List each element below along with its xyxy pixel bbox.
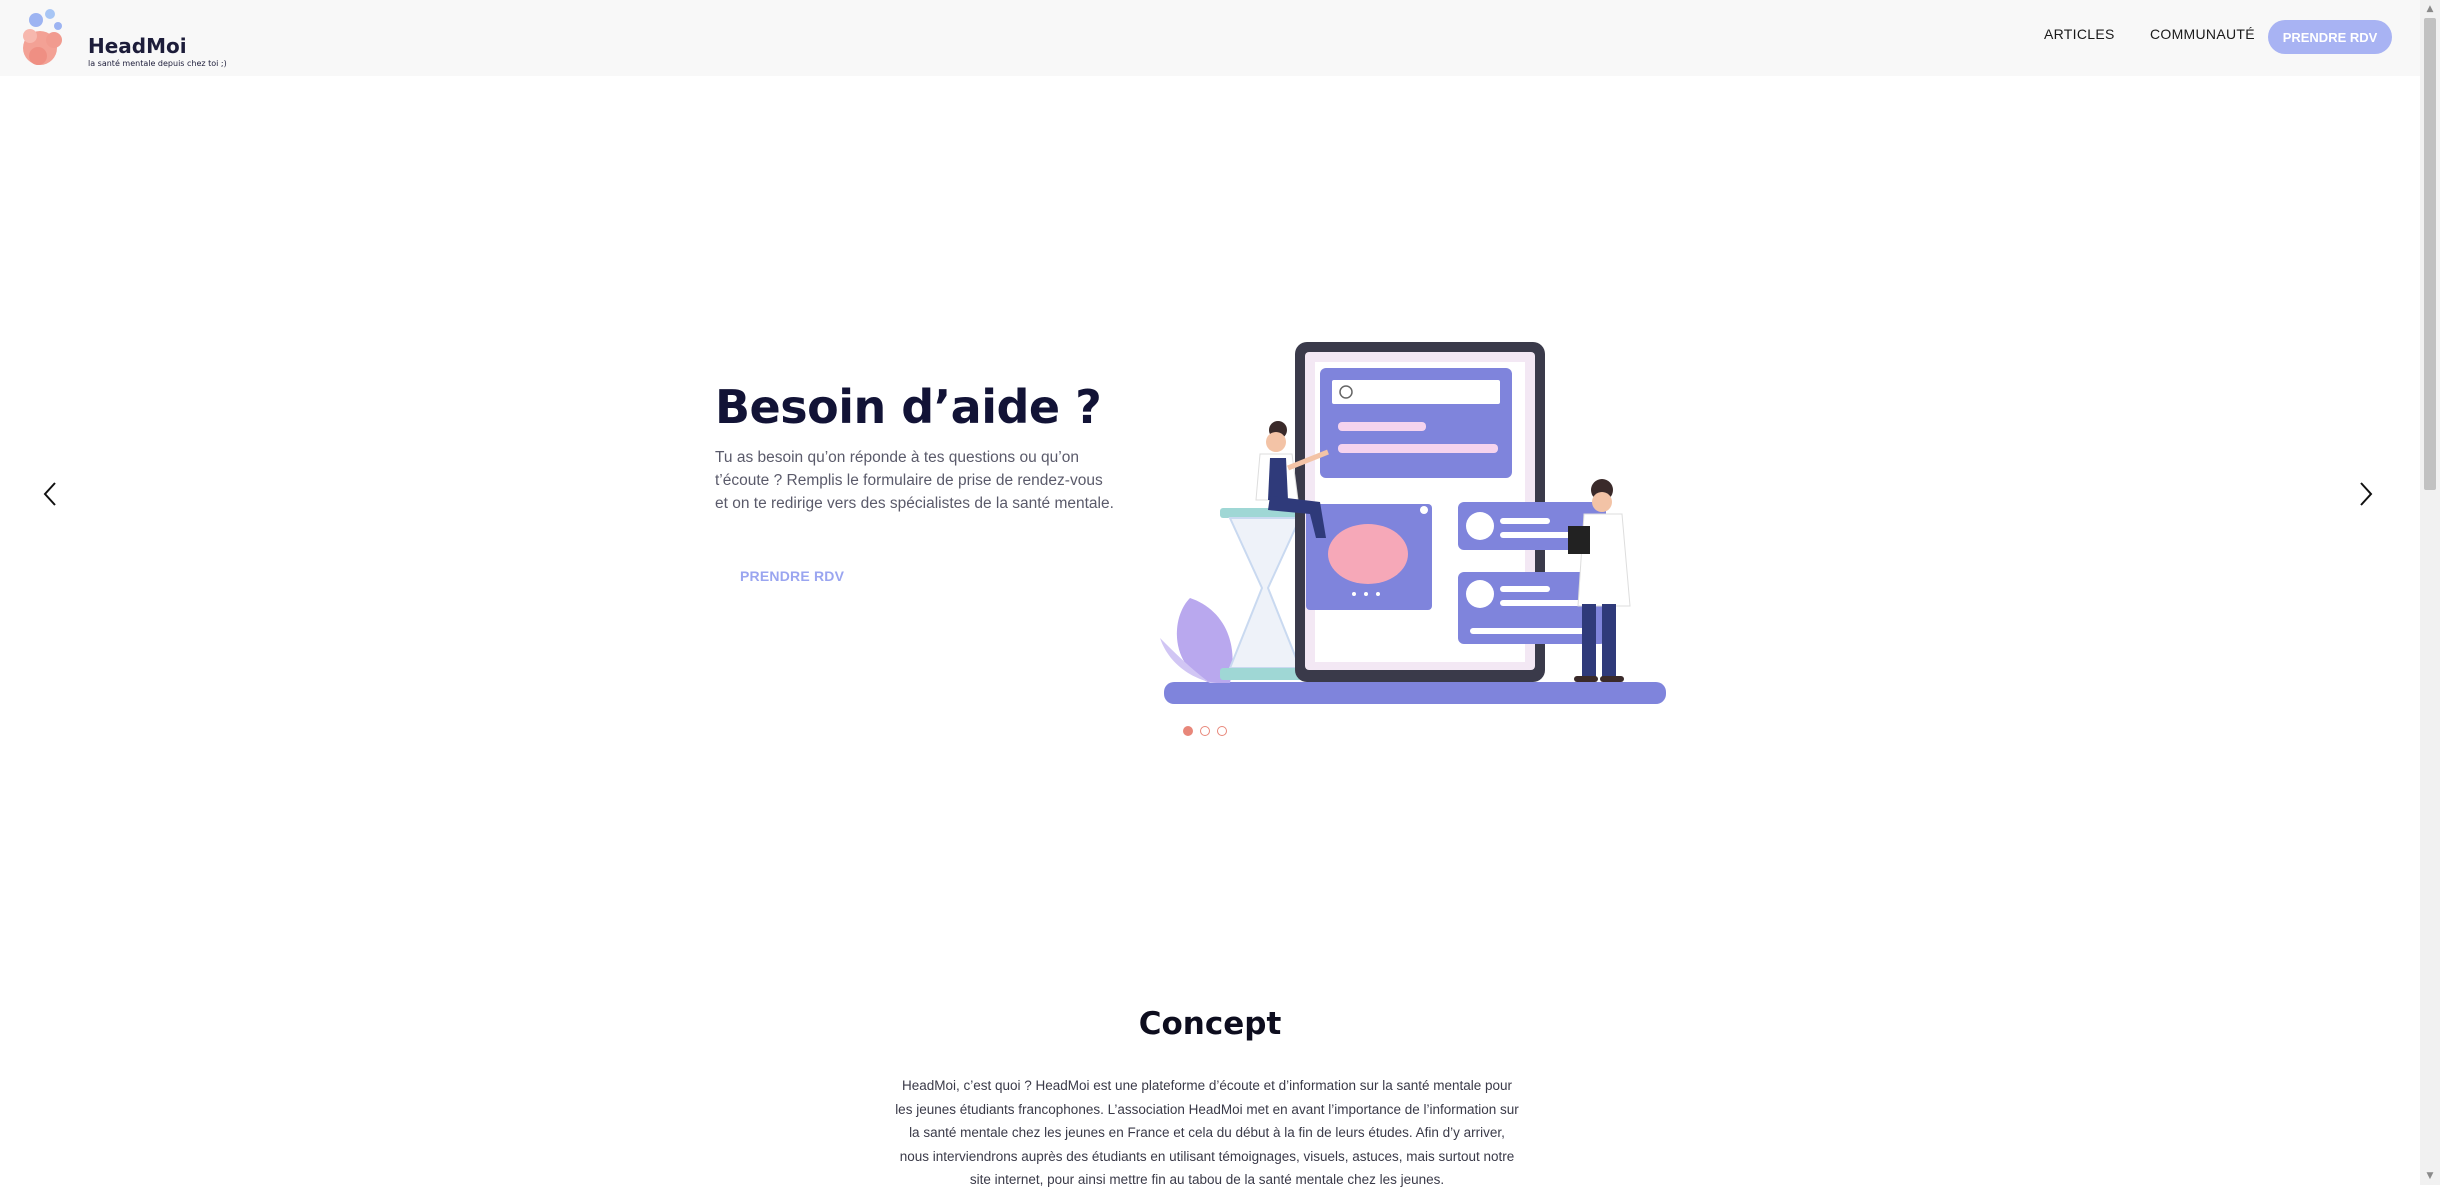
scroll-up-icon[interactable]: ▲	[2424, 2, 2436, 16]
hero-title: Besoin d’aide ?	[715, 380, 1102, 434]
carousel-prev-button[interactable]	[32, 476, 68, 512]
carousel-dot-3[interactable]	[1217, 726, 1227, 736]
scrollbar-thumb[interactable]	[2424, 18, 2436, 490]
nav-appointment-button[interactable]: PRENDRE RDV	[2268, 20, 2392, 54]
chevron-left-icon	[43, 482, 56, 506]
hero-illustration	[1160, 342, 1666, 704]
logo[interactable]: HeadMoi la santé mentale depuis chez toi…	[18, 6, 227, 70]
scroll-down-icon[interactable]: ▼	[2424, 1169, 2436, 1183]
brand-tagline: la santé mentale depuis chez toi ;)	[88, 59, 227, 68]
nav-community-link[interactable]: COMMUNAUTÉ	[2150, 26, 2255, 42]
carousel-next-button[interactable]	[2348, 476, 2384, 512]
site-header: HeadMoi la santé mentale depuis chez toi…	[0, 0, 2420, 76]
hero-appointment-link[interactable]: PRENDRE RDV	[740, 568, 844, 584]
chevron-right-icon	[2360, 482, 2373, 506]
hero-description: Tu as besoin qu’on réponde à tes questio…	[715, 449, 1114, 512]
logo-icon	[23, 9, 62, 65]
carousel-dot-1[interactable]	[1183, 726, 1193, 736]
concept-text: HeadMoi, c’est quoi ? HeadMoi est une pl…	[895, 1078, 1519, 1187]
page-scrollbar[interactable]: ▲ ▼	[2420, 0, 2440, 1185]
brand-name: HeadMoi	[88, 34, 187, 58]
nav-articles-link[interactable]: ARTICLES	[2044, 26, 2115, 42]
concept-title: Concept	[1138, 1006, 1282, 1042]
carousel-dot-2[interactable]	[1200, 726, 1210, 736]
